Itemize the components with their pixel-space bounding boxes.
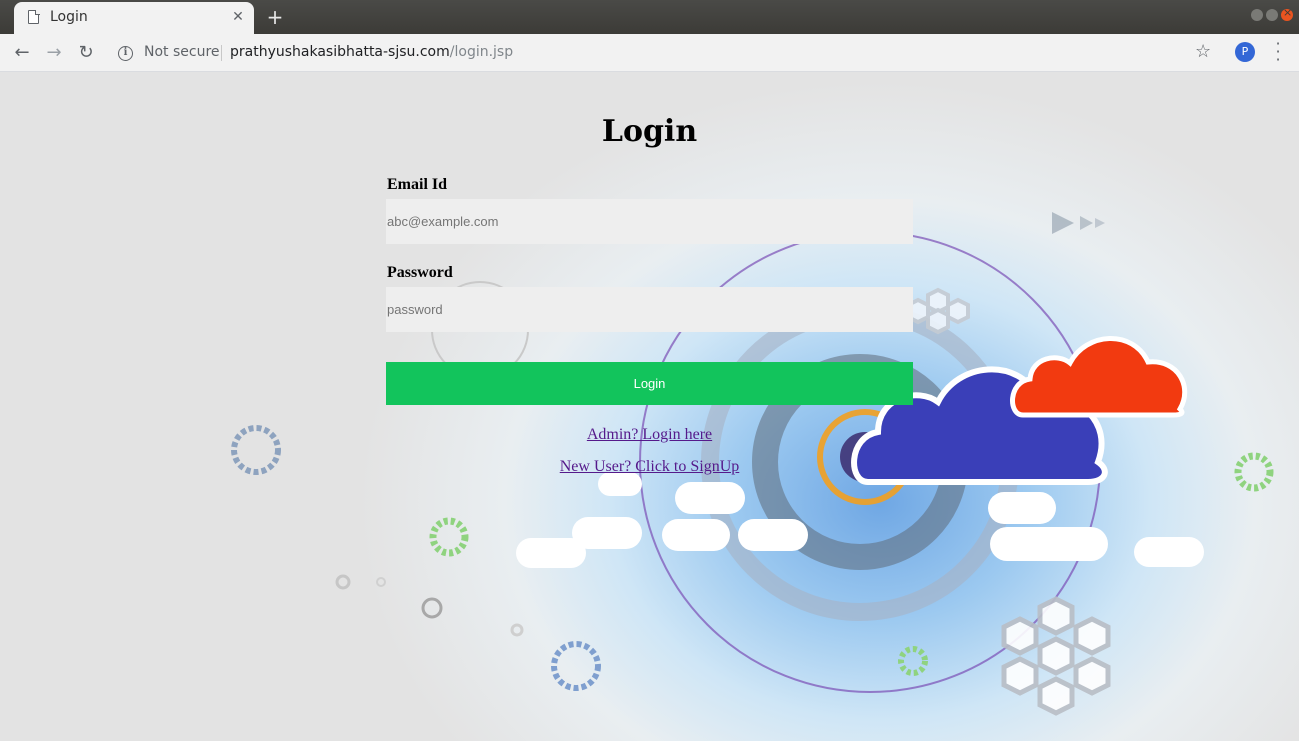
info-icon[interactable]: i	[118, 46, 133, 61]
small-gear-left	[231, 425, 281, 475]
cloud-red	[1010, 336, 1188, 418]
bg-dot	[335, 574, 351, 590]
tab-title: Login	[50, 9, 88, 25]
play-arrow-icon	[1095, 218, 1105, 228]
url-host: prathyushakasibhatta-sjsu.com	[230, 44, 450, 60]
play-arrow-icon	[1052, 212, 1074, 234]
email-field[interactable]	[386, 199, 913, 244]
cloud-white	[738, 519, 808, 551]
small-gear-bottom	[551, 641, 601, 691]
address-bar[interactable]: prathyushakasibhatta-sjsu.com/login.jsp	[230, 44, 513, 60]
cloud-white	[990, 527, 1108, 561]
bg-dot	[421, 597, 443, 619]
kebab-menu-icon[interactable]: · · ·	[1270, 36, 1286, 68]
back-arrow-icon[interactable]: ←	[10, 41, 34, 65]
login-button[interactable]: Login	[386, 362, 913, 405]
password-label: Password	[387, 264, 453, 281]
plus-icon[interactable]: +	[264, 6, 286, 28]
security-label[interactable]: Not secure	[144, 44, 220, 60]
page-icon	[28, 9, 40, 24]
avatar[interactable]: P	[1235, 42, 1255, 62]
window-controls	[1251, 6, 1293, 21]
browser-tab[interactable]: Login ✕	[14, 2, 254, 34]
signup-link[interactable]: New User? Click to SignUp	[386, 458, 913, 476]
browser-toolbar: ← → ↻ i Not secure prathyushakasibhatta-…	[0, 34, 1299, 72]
address-divider	[221, 45, 222, 61]
admin-login-link[interactable]: Admin? Login here	[386, 426, 913, 444]
cloud-white	[572, 517, 642, 549]
maximize-button[interactable]	[1266, 9, 1278, 21]
green-gear-left	[429, 517, 469, 557]
star-icon[interactable]: ☆	[1195, 41, 1211, 62]
green-gear-bottom	[898, 646, 928, 676]
play-arrow-icon	[1080, 216, 1093, 230]
green-gear-right	[1234, 452, 1274, 492]
url-path: /login.jsp	[449, 44, 514, 60]
window-close-button[interactable]	[1281, 6, 1293, 21]
password-field[interactable]	[386, 287, 913, 332]
reload-icon[interactable]: ↻	[74, 41, 98, 65]
minimize-button[interactable]	[1251, 9, 1263, 21]
hexagon-cluster-right	[1001, 596, 1111, 716]
close-icon[interactable]: ✕	[229, 8, 247, 26]
cloud-white	[1134, 537, 1204, 567]
page-title: Login	[601, 114, 698, 149]
forward-arrow-icon[interactable]: →	[42, 41, 66, 65]
bg-dot	[510, 623, 524, 637]
browser-titlebar: Login ✕ +	[0, 0, 1299, 34]
page-content: Login Email Id Password Login Admin? Log…	[0, 72, 1299, 741]
cloud-white	[675, 482, 745, 514]
cloud-white	[662, 519, 730, 551]
email-label: Email Id	[387, 176, 448, 193]
bg-dot	[376, 577, 386, 587]
